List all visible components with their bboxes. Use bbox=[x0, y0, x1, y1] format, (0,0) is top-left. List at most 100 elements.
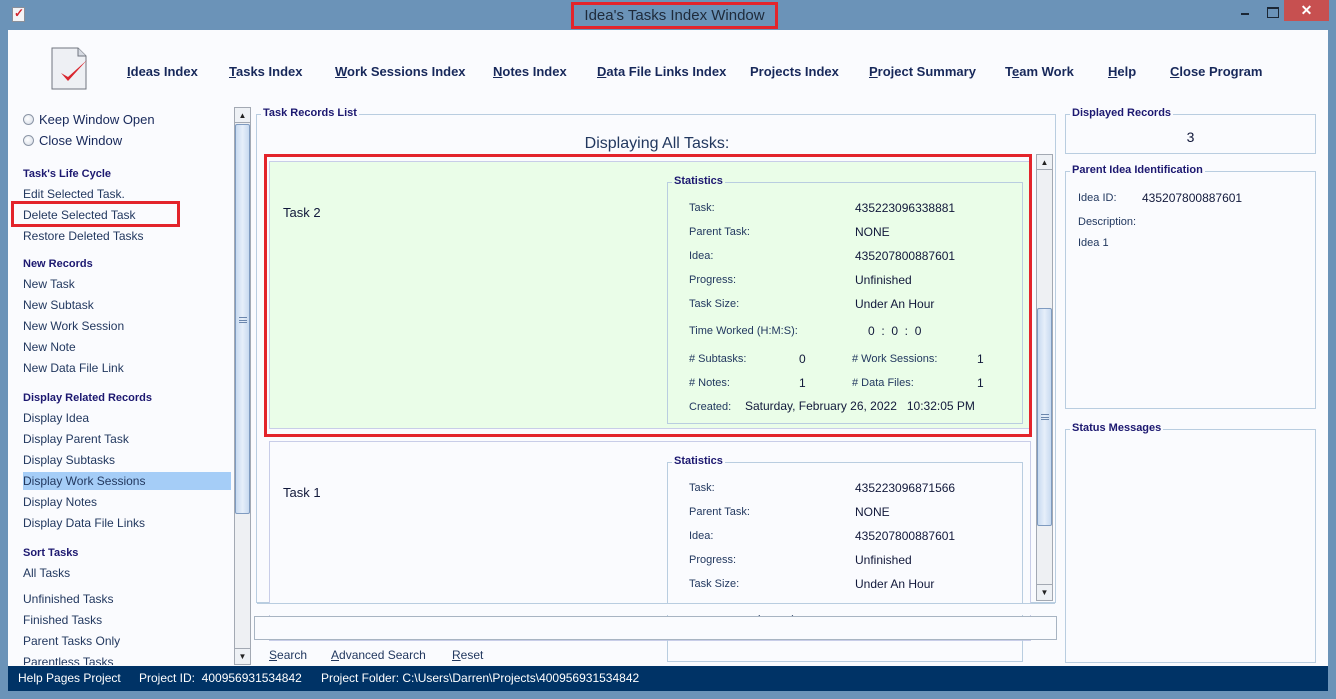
task-records-list-legend: Task Records List bbox=[261, 107, 359, 119]
grip-icon bbox=[239, 317, 247, 323]
statistics-box: Statistics Task: 435223096338881 Parent … bbox=[667, 175, 1023, 424]
idea-id-label: Idea ID: bbox=[1078, 192, 1117, 204]
close-window-radio[interactable]: Close Window bbox=[23, 133, 122, 148]
sidebar-item-new-data-file-link[interactable]: New Data File Link bbox=[23, 359, 231, 377]
sidebar-item-display-parent-task[interactable]: Display Parent Task bbox=[23, 430, 231, 448]
radio-label: Close Window bbox=[39, 133, 123, 148]
time-worked-label: Time Worked (H:M:S): bbox=[689, 325, 798, 337]
keep-window-open-radio[interactable]: Keep Window Open bbox=[23, 112, 155, 127]
radio-button-icon bbox=[23, 114, 34, 125]
nav-projects-index[interactable]: Projects Index bbox=[750, 64, 839, 79]
subtasks-label: # Subtasks: bbox=[689, 353, 747, 365]
status-messages-panel: Status Messages bbox=[1065, 422, 1316, 663]
radio-label: Keep Window Open bbox=[39, 112, 155, 127]
sidebar-item-edit-selected-task[interactable]: Edit Selected Task. bbox=[23, 185, 231, 203]
top-navigation: Ideas Index Tasks Index Work Sessions In… bbox=[8, 30, 1328, 105]
created-value: Saturday, February 26, 2022 10:32:05 PM bbox=[745, 399, 975, 413]
sidebar-item-new-task[interactable]: New Task bbox=[23, 275, 231, 293]
heading-new-records: New Records bbox=[23, 258, 93, 270]
sidebar-scroll-thumb[interactable] bbox=[235, 124, 250, 514]
scroll-down-arrow-icon[interactable]: ▼ bbox=[235, 648, 250, 663]
parent-idea-legend: Parent Idea Identification bbox=[1070, 164, 1205, 176]
displaying-caption: Displaying All Tasks: bbox=[584, 135, 730, 152]
task-name: Task 1 bbox=[283, 485, 321, 500]
progress-label: Progress: bbox=[689, 554, 737, 566]
work-sessions-value: 1 bbox=[977, 352, 984, 366]
sidebar-item-all-tasks[interactable]: All Tasks bbox=[23, 564, 231, 582]
task-record-card[interactable]: Task 2 Statistics Task: 435223096338881 … bbox=[269, 161, 1031, 429]
progress-label: Progress: bbox=[689, 274, 737, 286]
task-document-checkmark-icon bbox=[51, 47, 87, 90]
search-button[interactable]: Search bbox=[269, 648, 307, 662]
task-id-value: 435223096871566 bbox=[855, 481, 956, 495]
sidebar-item-display-work-sessions[interactable]: Display Work Sessions bbox=[23, 472, 231, 490]
nav-notes-index[interactable]: Notes Index bbox=[493, 64, 567, 79]
nav-help[interactable]: Help bbox=[1108, 64, 1136, 79]
nav-project-summary[interactable]: Project Summary bbox=[869, 64, 976, 79]
sidebar-item-parentless-tasks[interactable]: Parentless Tasks bbox=[23, 653, 231, 665]
displayed-records-panel: Displayed Records 3 bbox=[1065, 107, 1316, 154]
scroll-down-arrow-icon[interactable]: ▼ bbox=[1037, 584, 1052, 599]
task-id-label: Task: bbox=[689, 202, 715, 214]
close-button[interactable]: ✕ bbox=[1284, 0, 1329, 21]
sidebar-item-display-notes[interactable]: Display Notes bbox=[23, 493, 231, 511]
description-value: Idea 1 bbox=[1078, 237, 1109, 249]
data-files-value: 1 bbox=[977, 376, 984, 390]
sidebar-item-display-data-file-links[interactable]: Display Data File Links bbox=[23, 514, 231, 532]
progress-value: Unfinished bbox=[855, 553, 912, 567]
records-scroll-thumb[interactable] bbox=[1037, 308, 1052, 526]
sidebar-item-new-subtask[interactable]: New Subtask bbox=[23, 296, 231, 314]
sidebar-item-new-work-session[interactable]: New Work Session bbox=[23, 317, 231, 335]
notes-value: 1 bbox=[799, 376, 806, 390]
sidebar-item-finished-tasks[interactable]: Finished Tasks bbox=[23, 611, 231, 629]
radio-button-icon bbox=[23, 135, 34, 146]
nav-work-sessions-index[interactable]: Work Sessions Index bbox=[335, 64, 466, 79]
subtasks-value: 0 bbox=[799, 352, 806, 366]
scroll-up-arrow-icon[interactable]: ▲ bbox=[235, 108, 250, 123]
search-input[interactable] bbox=[254, 616, 1057, 640]
description-label: Description: bbox=[1078, 216, 1137, 228]
minimize-button[interactable] bbox=[1230, 0, 1260, 21]
nav-ideas-index[interactable]: Ideas Index bbox=[127, 64, 198, 79]
advanced-search-button[interactable]: Advanced Search bbox=[331, 648, 426, 662]
sidebar-item-display-idea[interactable]: Display Idea bbox=[23, 409, 231, 427]
project-id: Project ID: 400956931534842 bbox=[139, 671, 302, 685]
nav-close-program[interactable]: Close Program bbox=[1170, 64, 1262, 79]
created-label: Created: bbox=[689, 401, 732, 413]
notes-label: # Notes: bbox=[689, 377, 730, 389]
nav-team-work[interactable]: Team Work bbox=[1005, 64, 1074, 79]
nav-data-file-links-index[interactable]: Data File Links Index bbox=[597, 64, 726, 79]
sidebar-item-parent-tasks-only[interactable]: Parent Tasks Only bbox=[23, 632, 231, 650]
task-size-value: Under An Hour bbox=[855, 577, 935, 591]
data-files-label: # Data Files: bbox=[852, 377, 914, 389]
statistics-legend: Statistics bbox=[672, 455, 725, 467]
displayed-records-legend: Displayed Records bbox=[1070, 107, 1174, 119]
scroll-up-arrow-icon[interactable]: ▲ bbox=[1037, 155, 1052, 170]
sidebar-item-delete-selected-task[interactable]: Delete Selected Task bbox=[23, 206, 231, 224]
app-checkmark-icon bbox=[12, 6, 25, 22]
parent-task-label: Parent Task: bbox=[689, 226, 750, 238]
heading-task-life-cycle: Task's Life Cycle bbox=[23, 168, 112, 180]
status-messages-legend: Status Messages bbox=[1070, 422, 1164, 434]
sidebar-item-restore-deleted-tasks[interactable]: Restore Deleted Tasks bbox=[23, 227, 231, 245]
reset-button[interactable]: Reset bbox=[452, 648, 483, 662]
task-name: Task 2 bbox=[283, 205, 321, 220]
nav-tasks-index[interactable]: Tasks Index bbox=[229, 64, 302, 79]
records-scrollbar[interactable]: ▲ ▼ bbox=[1036, 154, 1053, 601]
list-bottom-edge bbox=[257, 603, 1055, 615]
sidebar-item-unfinished-tasks[interactable]: Unfinished Tasks bbox=[23, 590, 231, 608]
sidebar-item-display-subtasks[interactable]: Display Subtasks bbox=[23, 451, 231, 469]
project-folder: Project Folder: C:\Users\Darren\Projects… bbox=[321, 671, 640, 685]
time-worked-value: 0 : 0 : 0 bbox=[868, 324, 922, 338]
task-size-label: Task Size: bbox=[689, 298, 740, 310]
statistics-legend: Statistics bbox=[672, 175, 725, 187]
sidebar-scrollbar[interactable]: ▲ ▼ bbox=[234, 107, 251, 665]
task-id-value: 435223096338881 bbox=[855, 201, 956, 215]
idea-id-value: 435207800887601 bbox=[1142, 191, 1243, 205]
window-title: Idea's Tasks Index Window bbox=[571, 2, 778, 29]
client-area: Ideas Index Tasks Index Work Sessions In… bbox=[8, 30, 1328, 691]
sidebar-item-new-note[interactable]: New Note bbox=[23, 338, 231, 356]
idea-value: 435207800887601 bbox=[855, 529, 956, 543]
progress-value: Unfinished bbox=[855, 273, 912, 287]
heading-display-related-records: Display Related Records bbox=[23, 392, 152, 404]
